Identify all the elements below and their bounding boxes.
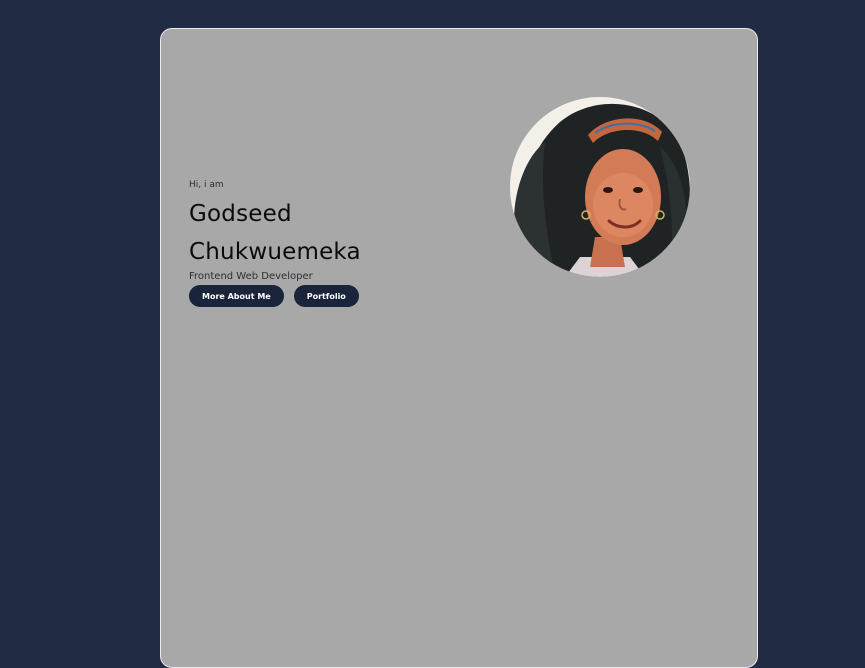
portfolio-button[interactable]: Portfolio [293,285,359,307]
greeting-text: Hi, i am [189,180,224,190]
profile-role: Frontend Web Developer [189,271,313,282]
profile-photo [510,97,690,277]
profile-photo-illustration [510,97,690,277]
hero-buttons: More About Me Portfolio [189,285,361,307]
profile-first-name: Godseed [189,201,292,227]
profile-last-name: Chukwuemeka [189,239,361,265]
profile-name: Godseed Chukwuemeka [189,195,361,271]
hero-intro: Hi, i am Godseed Chukwuemeka Frontend We… [189,179,361,307]
more-about-me-button[interactable]: More About Me [189,285,284,307]
profile-card: Hi, i am Godseed Chukwuemeka Frontend We… [160,28,758,668]
